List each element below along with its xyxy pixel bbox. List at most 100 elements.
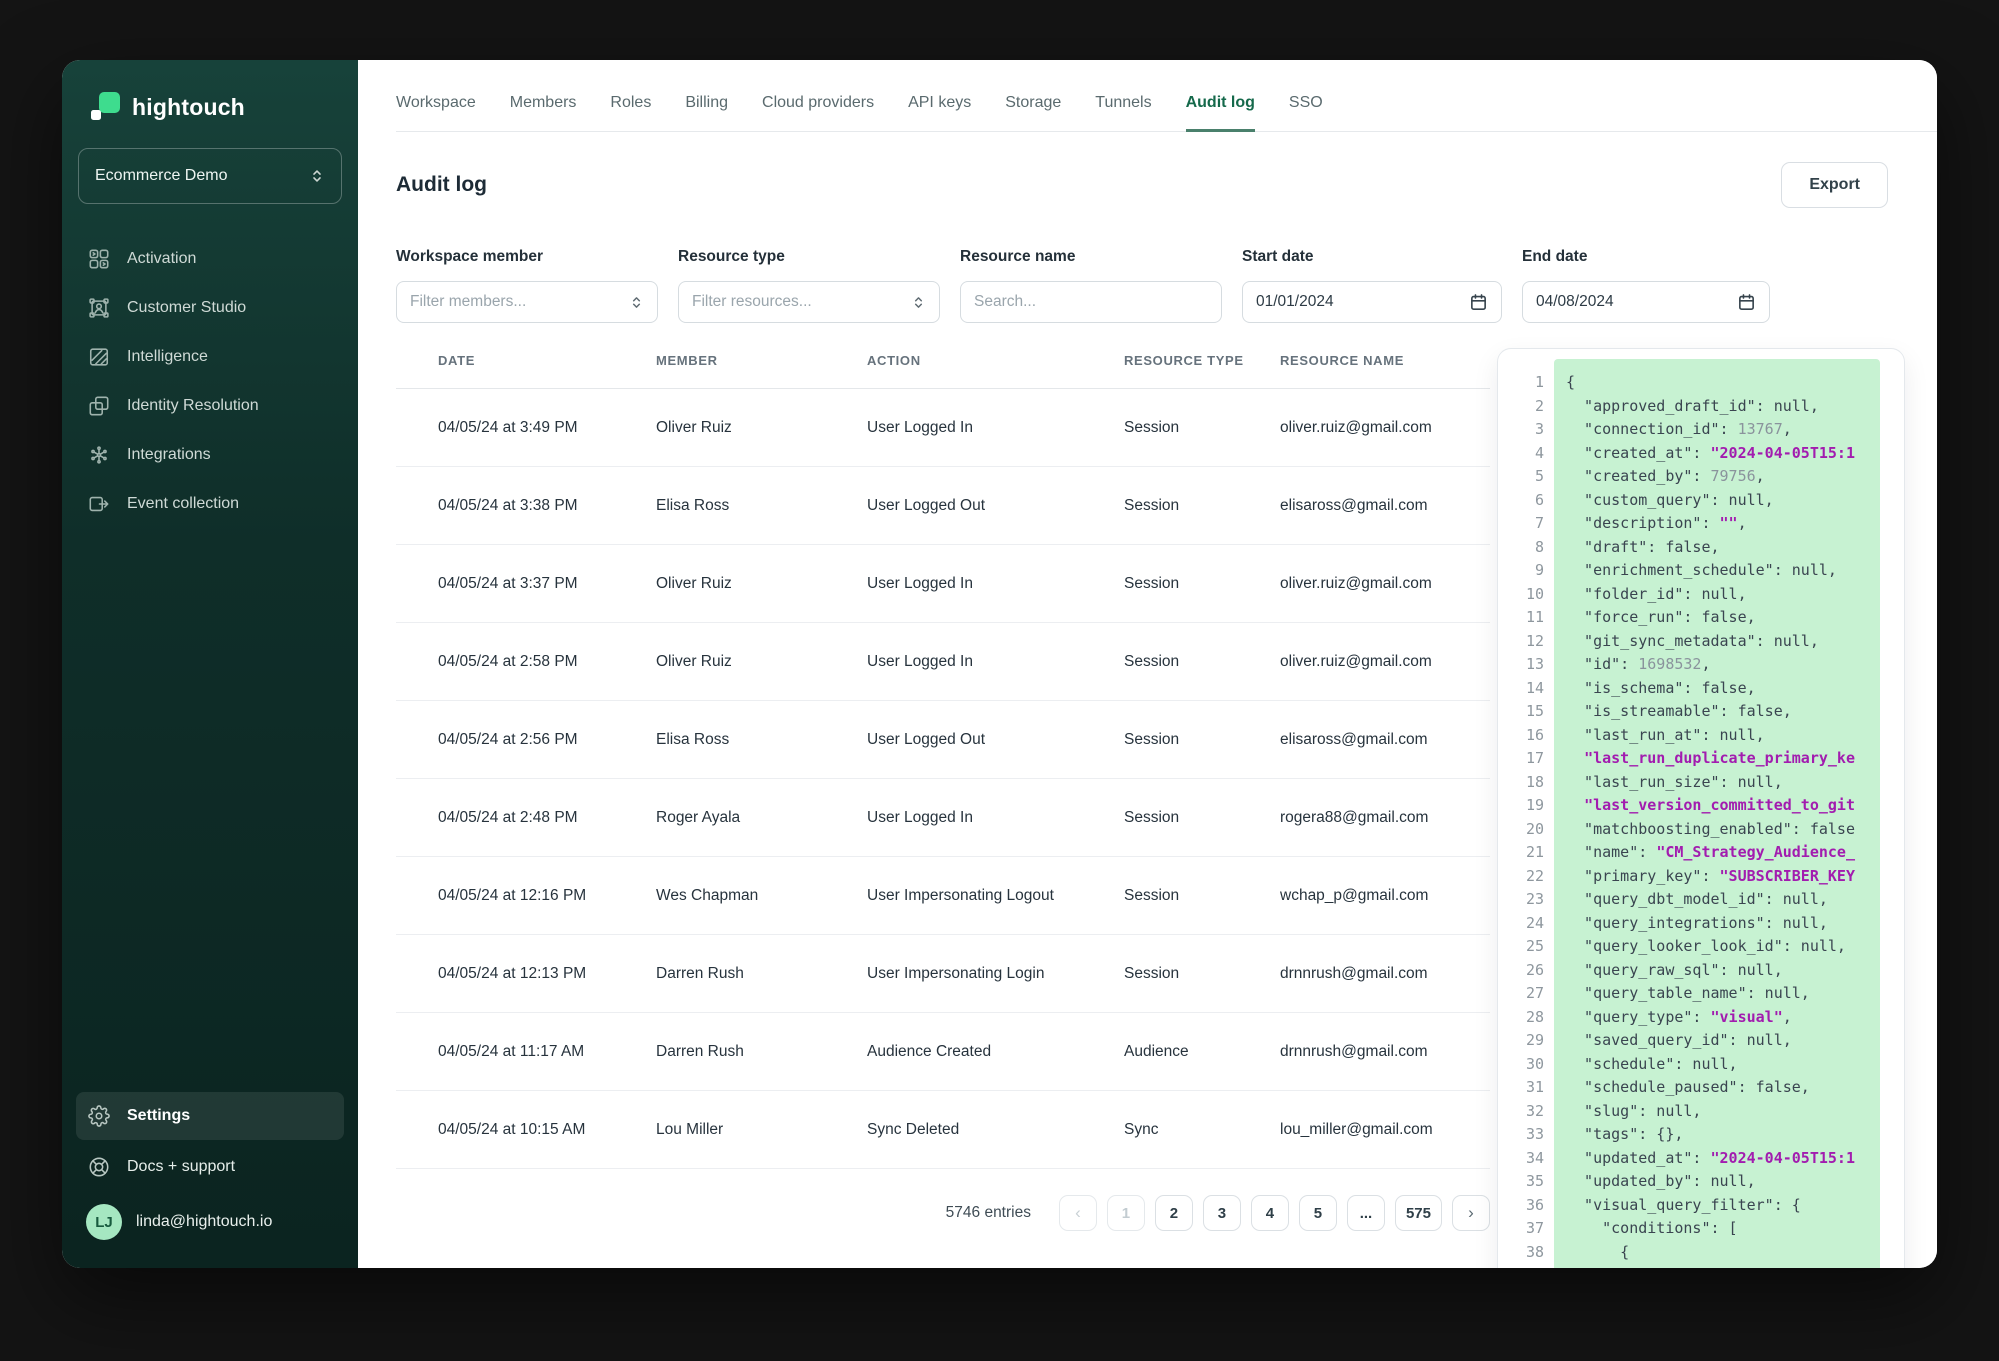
cell-member: Elisa Ross <box>656 731 867 749</box>
export-button[interactable]: Export <box>1781 162 1888 208</box>
cell-resource-type: Sync <box>1124 1121 1280 1139</box>
table-row[interactable]: 04/05/24 at 10:15 AMLou MillerSync Delet… <box>396 1091 1490 1169</box>
prev-page-button[interactable]: ‹ <box>1059 1195 1097 1231</box>
audit-entry-json-panel[interactable]: 1234567891011121314151617181920212223242… <box>1497 348 1905 1268</box>
sidebar-item-activation[interactable]: Activation <box>76 234 344 283</box>
page-button-575[interactable]: 575 <box>1395 1195 1442 1231</box>
table-row[interactable]: 04/05/24 at 12:13 PMDarren RushUser Impe… <box>396 935 1490 1013</box>
sidebar-item-label: Identity Resolution <box>127 397 259 415</box>
column-header-resource-type: RESOURCE TYPE <box>1124 353 1280 368</box>
code-line: "updated_at": "2024-04-05T15:1 <box>1566 1147 1880 1171</box>
customer-studio-icon <box>88 297 110 319</box>
sidebar-item-integrations[interactable]: Integrations <box>76 430 344 479</box>
sidebar-item-customer-studio[interactable]: Customer Studio <box>76 283 344 332</box>
end-date-input[interactable]: 04/08/2024 <box>1522 281 1770 323</box>
code-line: "created_at": "2024-04-05T15:1 <box>1566 442 1880 466</box>
filter-workspace-member: Workspace member Filter members... <box>396 248 658 323</box>
cell-resource-type: Session <box>1124 575 1280 593</box>
cell-resource-name: wchap_p@gmail.com <box>1280 887 1490 905</box>
code-line: "last_run_size": null, <box>1566 771 1880 795</box>
tab-api-keys[interactable]: API keys <box>908 94 971 132</box>
page-button-3[interactable]: 3 <box>1203 1195 1241 1231</box>
cell-date: 04/05/24 at 12:13 PM <box>438 965 656 983</box>
table-row[interactable]: 04/05/24 at 2:48 PMRoger AyalaUser Logge… <box>396 779 1490 857</box>
column-header-resource-name: RESOURCE NAME <box>1280 353 1490 368</box>
code-line: "enrichment_schedule": null, <box>1566 559 1880 583</box>
page-title: Audit log <box>396 173 487 197</box>
tab-cloud-providers[interactable]: Cloud providers <box>762 94 874 132</box>
workspace-selector[interactable]: Ecommerce Demo <box>78 148 342 204</box>
tab-roles[interactable]: Roles <box>610 94 651 132</box>
filter-label: Start date <box>1242 248 1502 266</box>
code-line: "is_schema": false, <box>1566 677 1880 701</box>
table-row[interactable]: 04/05/24 at 3:37 PMOliver RuizUser Logge… <box>396 545 1490 623</box>
cell-date: 04/05/24 at 10:15 AM <box>438 1121 656 1139</box>
sidebar-item-intelligence[interactable]: Intelligence <box>76 332 344 381</box>
ellipsis-button[interactable]: ... <box>1347 1195 1385 1231</box>
sidebar-item-label: Settings <box>127 1107 190 1125</box>
cell-resource-type: Session <box>1124 809 1280 827</box>
page-button-4[interactable]: 4 <box>1251 1195 1289 1231</box>
hightouch-logo[interactable]: hightouch <box>76 92 344 122</box>
cell-action: User Logged Out <box>867 497 1124 515</box>
audit-log-table: DATEMEMBERACTIONRESOURCE TYPERESOURCE NA… <box>396 353 1490 1169</box>
entries-count: 5746 entries <box>946 1204 1031 1222</box>
table-row[interactable]: 04/05/24 at 11:17 AMDarren RushAudience … <box>396 1013 1490 1091</box>
filter-bar: Workspace member Filter members... Resourc… <box>396 248 1937 323</box>
table-row[interactable]: 04/05/24 at 3:38 PMElisa RossUser Logged… <box>396 467 1490 545</box>
table-row[interactable]: 04/05/24 at 12:16 PMWes ChapmanUser Impe… <box>396 857 1490 935</box>
cell-date: 04/05/24 at 2:48 PM <box>438 809 656 827</box>
cell-action: User Logged Out <box>867 731 1124 749</box>
sidebar-item-identity-resolution[interactable]: Identity Resolution <box>76 381 344 430</box>
sidebar-item-settings[interactable]: Settings <box>76 1092 344 1140</box>
page-button-2[interactable]: 2 <box>1155 1195 1193 1231</box>
cell-resource-name: drnnrush@gmail.com <box>1280 1043 1490 1061</box>
column-header-member: MEMBER <box>656 353 867 368</box>
filter-label: Workspace member <box>396 248 658 266</box>
tab-workspace[interactable]: Workspace <box>396 94 476 132</box>
cell-resource-name: oliver.ruiz@gmail.com <box>1280 653 1490 671</box>
user-menu[interactable]: LJ linda@hightouch.io <box>76 1198 344 1246</box>
code-line: { <box>1566 371 1880 395</box>
tab-sso[interactable]: SSO <box>1289 94 1323 132</box>
workspace-member-select[interactable]: Filter members... <box>396 281 658 323</box>
cell-resource-type: Session <box>1124 731 1280 749</box>
intelligence-icon <box>88 346 110 368</box>
start-date-input[interactable]: 01/01/2024 <box>1242 281 1502 323</box>
sidebar-item-docs-support[interactable]: Docs + support <box>76 1143 344 1191</box>
tab-storage[interactable]: Storage <box>1005 94 1061 132</box>
table-row[interactable]: 04/05/24 at 2:58 PMOliver RuizUser Logge… <box>396 623 1490 701</box>
code-line: "updated_by": null, <box>1566 1170 1880 1194</box>
sidebar-item-event-collection[interactable]: Event collection <box>76 479 344 528</box>
tab-audit-log[interactable]: Audit log <box>1186 94 1255 132</box>
cell-member: Oliver Ruiz <box>656 653 867 671</box>
pagination: 5746 entries ‹ 12345... 575 › <box>396 1195 1490 1231</box>
code-line: "last_version_committed_to_git <box>1566 794 1880 818</box>
page-button-1[interactable]: 1 <box>1107 1195 1145 1231</box>
activation-icon <box>88 248 110 270</box>
cell-member: Roger Ayala <box>656 809 867 827</box>
next-page-button[interactable]: › <box>1452 1195 1490 1231</box>
tab-members[interactable]: Members <box>510 94 577 132</box>
table-row[interactable]: 04/05/24 at 3:49 PMOliver RuizUser Logge… <box>396 389 1490 467</box>
filter-end-date: End date04/08/2024 <box>1522 248 1770 323</box>
cell-action: User Logged In <box>867 653 1124 671</box>
settings-tabs: Workspace Members Roles Billing Cloud provid… <box>396 60 1937 132</box>
sidebar-nav: ActivationCustomer StudioIntelligence Ide… <box>76 234 344 528</box>
code-line: { <box>1566 1241 1880 1265</box>
tab-billing[interactable]: Billing <box>685 94 728 132</box>
cell-date: 04/05/24 at 2:58 PM <box>438 653 656 671</box>
tab-tunnels[interactable]: Tunnels <box>1095 94 1151 132</box>
table-row[interactable]: 04/05/24 at 2:56 PMElisa RossUser Logged… <box>396 701 1490 779</box>
cell-action: User Logged In <box>867 419 1124 437</box>
code-line: "last_run_at": null, <box>1566 724 1880 748</box>
code-line: "primary_key": "SUBSCRIBER_KEY <box>1566 865 1880 889</box>
code-line: "created_by": 79756, <box>1566 465 1880 489</box>
resource-type-select[interactable]: Filter resources... <box>678 281 940 323</box>
page-button-5[interactable]: 5 <box>1299 1195 1337 1231</box>
cell-resource-type: Session <box>1124 497 1280 515</box>
cell-date: 04/05/24 at 2:56 PM <box>438 731 656 749</box>
code-line: "is_streamable": false, <box>1566 700 1880 724</box>
resource-name-search-input[interactable] <box>960 281 1222 323</box>
filter-resource-type: Resource typeFilter resources... <box>678 248 940 323</box>
